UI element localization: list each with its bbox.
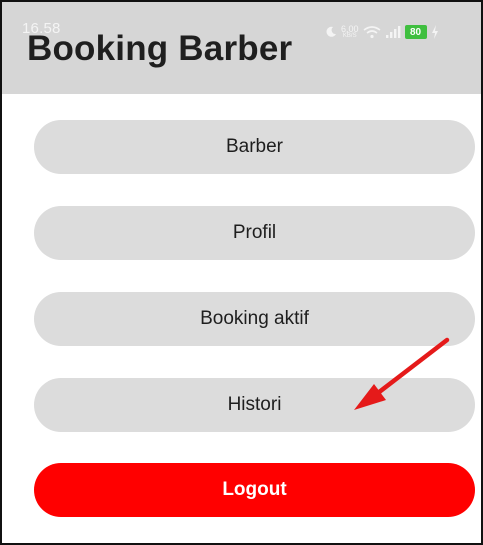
charging-icon [431,25,439,39]
histori-button[interactable]: Histori [34,378,475,432]
moon-icon [325,26,337,38]
network-speed: 6,00 KB/S [341,24,359,40]
logout-button[interactable]: Logout [34,463,475,517]
barber-button[interactable]: Barber [34,120,475,174]
booking-aktif-button[interactable]: Booking aktif [34,292,475,346]
speed-value: 6,00 [341,24,359,34]
screenshot-frame: 16.58 6,00 KB/S 80 Booking Barber Barber… [0,0,483,545]
wifi-icon [363,25,381,39]
profil-button[interactable]: Profil [34,206,475,260]
app-title: Booking Barber [27,29,293,68]
battery-icon: 80 [404,25,427,39]
status-icons: 6,00 KB/S 80 [325,22,439,42]
speed-unit: KB/S [342,33,357,39]
app-bar: 16.58 6,00 KB/S 80 Booking Barber [2,2,481,94]
signal-icon [385,25,401,39]
